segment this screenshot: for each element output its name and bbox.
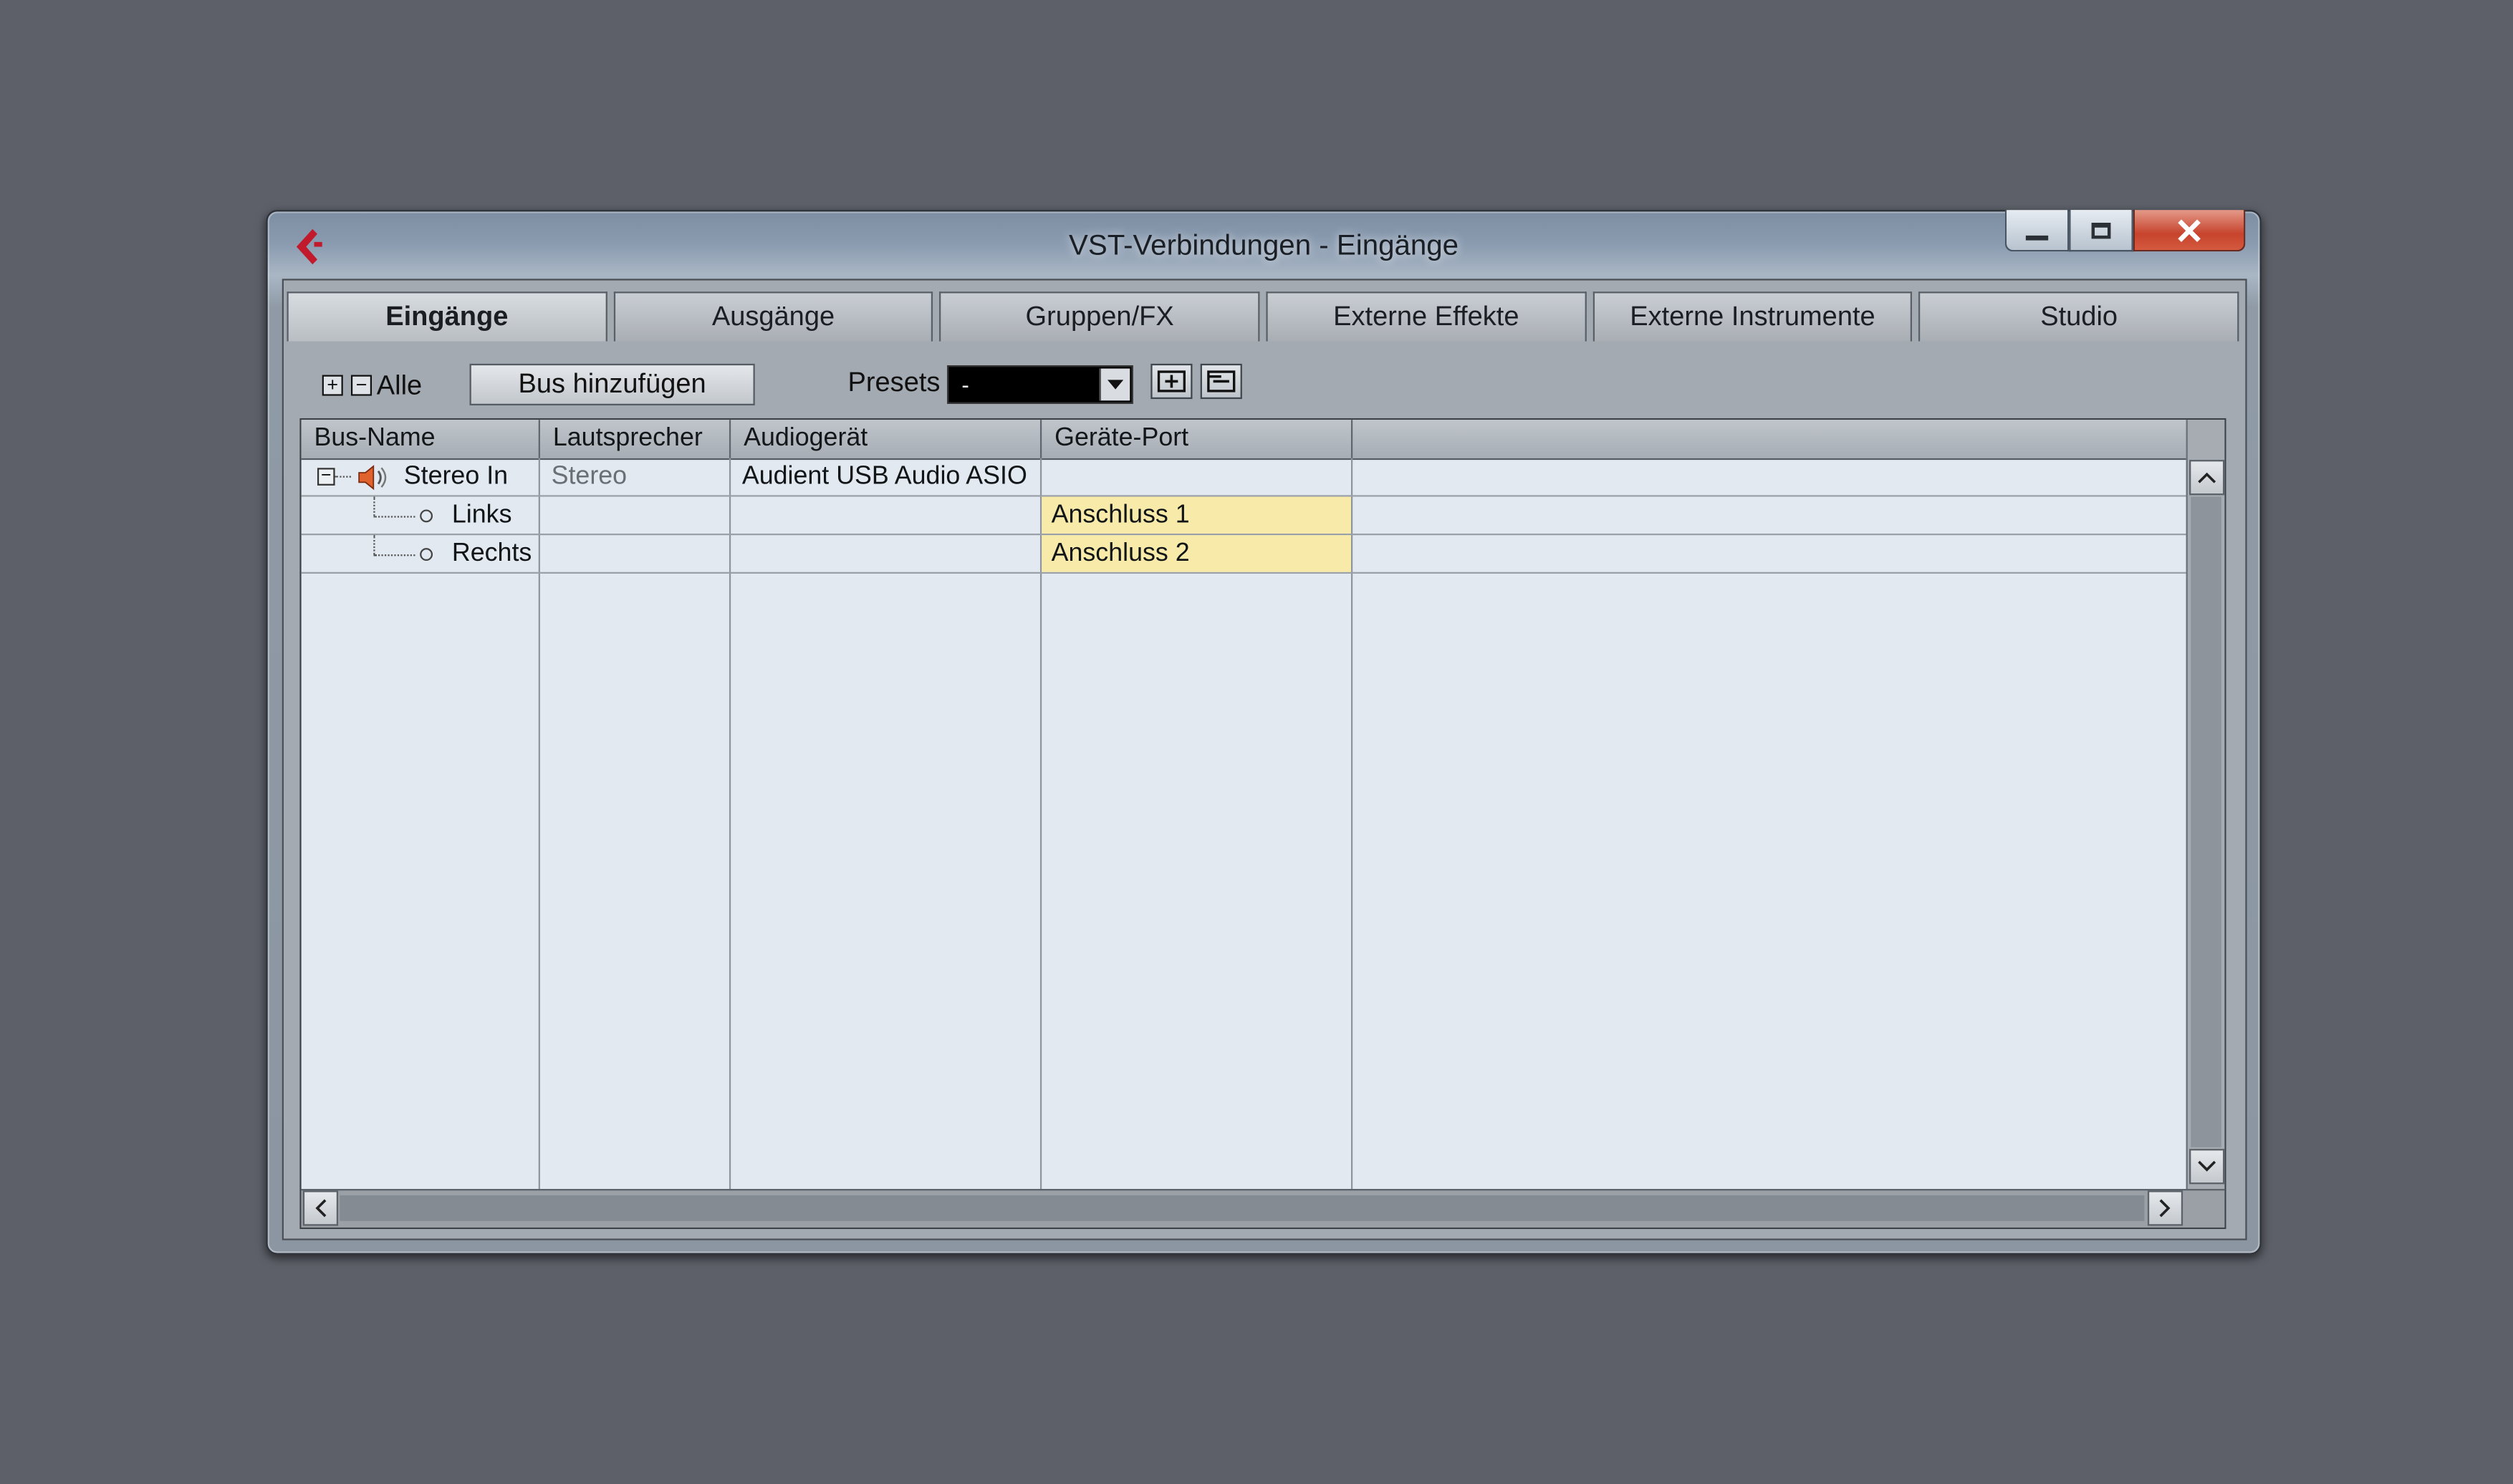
window-title: VST-Verbindungen - Eingänge xyxy=(1069,228,1459,261)
chevron-down-icon xyxy=(2198,1160,2216,1172)
tab-studio[interactable]: Studio xyxy=(1918,292,2239,342)
store-preset-button[interactable] xyxy=(1150,363,1193,400)
tree-connector xyxy=(373,535,375,555)
maximize-icon xyxy=(2091,221,2111,238)
channel-name: Links xyxy=(451,501,512,529)
channel-node-icon xyxy=(420,548,433,562)
audio-device[interactable]: Audient USB Audio ASIO xyxy=(742,458,1039,495)
chevron-left-icon xyxy=(315,1199,327,1218)
close-icon xyxy=(2178,218,2201,241)
column-header-speaker[interactable]: Lautsprecher xyxy=(540,420,731,458)
chevron-right-icon xyxy=(2159,1199,2171,1218)
tab-externe-instrumente[interactable]: Externe Instrumente xyxy=(1592,292,1913,342)
tree-connector xyxy=(373,516,415,518)
column-header-port[interactable]: Geräte-Port xyxy=(1042,420,1353,458)
store-preset-icon xyxy=(1157,370,1186,392)
tab-gruppen-fx[interactable]: Gruppen/FX xyxy=(939,292,1260,342)
horizontal-scrollbar[interactable] xyxy=(301,1189,2225,1228)
tab-ausgaenge[interactable]: Ausgänge xyxy=(613,292,933,342)
remove-preset-button[interactable] xyxy=(1200,363,1242,400)
connections-panel: Eingänge Ausgänge Gruppen/FX Externe Eff… xyxy=(282,279,2247,1240)
chevron-up-icon xyxy=(2198,472,2216,483)
bus-table: Bus-Name Lautsprecher Audiogerät Geräte-… xyxy=(299,418,2226,1229)
title-bar[interactable]: VST-Verbindungen - Eingänge xyxy=(268,210,2260,281)
vst-connections-window: VST-Verbindungen - Eingänge Eingänge Aus… xyxy=(266,210,2262,1255)
device-port[interactable]: Anschluss 2 xyxy=(1042,535,1351,572)
toolbar: + − Alle Bus hinzufügen Presets - xyxy=(284,351,2245,415)
column-header-device[interactable]: Audiogerät xyxy=(731,420,1042,458)
channel-name: Rechts xyxy=(451,539,532,567)
speaker-icon xyxy=(358,465,387,491)
presets-value: - xyxy=(961,372,969,398)
tab-externe-effekte[interactable]: Externe Effekte xyxy=(1266,292,1587,342)
device-port[interactable]: Anschluss 1 xyxy=(1042,496,1351,534)
scroll-track[interactable] xyxy=(2191,496,2221,1147)
table-header: Bus-Name Lautsprecher Audiogerät Geräte-… xyxy=(301,420,2186,461)
add-bus-button[interactable]: Bus hinzufügen xyxy=(469,363,755,406)
close-button[interactable] xyxy=(2133,210,2246,252)
scroll-track[interactable] xyxy=(340,1195,2145,1221)
scroll-left-button[interactable] xyxy=(302,1190,339,1226)
bus-name: Stereo In xyxy=(403,463,509,491)
presets-label: Presets xyxy=(847,367,941,398)
collapse-node-icon[interactable]: − xyxy=(317,467,335,486)
collapse-all-icon[interactable]: − xyxy=(350,375,373,396)
table-row[interactable]: Links Anschluss 1 xyxy=(301,496,2186,536)
expand-all-icon[interactable]: + xyxy=(322,375,343,396)
column-header-bus-name[interactable]: Bus-Name xyxy=(302,420,540,458)
remove-preset-icon xyxy=(1207,370,1236,392)
tab-eingaenge[interactable]: Eingänge xyxy=(287,292,607,342)
minimize-icon xyxy=(2025,235,2049,241)
all-label: Alle xyxy=(376,370,423,401)
tree-connector xyxy=(335,476,351,478)
minimize-button[interactable] xyxy=(2004,210,2070,252)
maximize-button[interactable] xyxy=(2069,210,2133,252)
column-header-empty xyxy=(1352,420,2186,458)
scroll-up-button[interactable] xyxy=(2189,460,2225,496)
chevron-down-icon xyxy=(1099,368,1130,401)
table-row[interactable]: Rechts Anschluss 2 xyxy=(301,535,2186,574)
channel-node-icon xyxy=(420,509,433,523)
table-row[interactable]: − Stereo In Stereo Audient USB Audio ASI… xyxy=(301,458,2186,497)
presets-dropdown[interactable]: - xyxy=(947,365,1133,404)
scroll-right-button[interactable] xyxy=(2147,1190,2183,1226)
speaker-config[interactable]: Stereo xyxy=(552,458,725,495)
tab-bar: Eingänge Ausgänge Gruppen/FX Externe Eff… xyxy=(287,292,2239,343)
scroll-down-button[interactable] xyxy=(2189,1149,2225,1185)
tree-connector xyxy=(373,554,415,556)
tree-connector xyxy=(373,496,375,516)
vertical-scrollbar[interactable] xyxy=(2186,420,2225,1190)
